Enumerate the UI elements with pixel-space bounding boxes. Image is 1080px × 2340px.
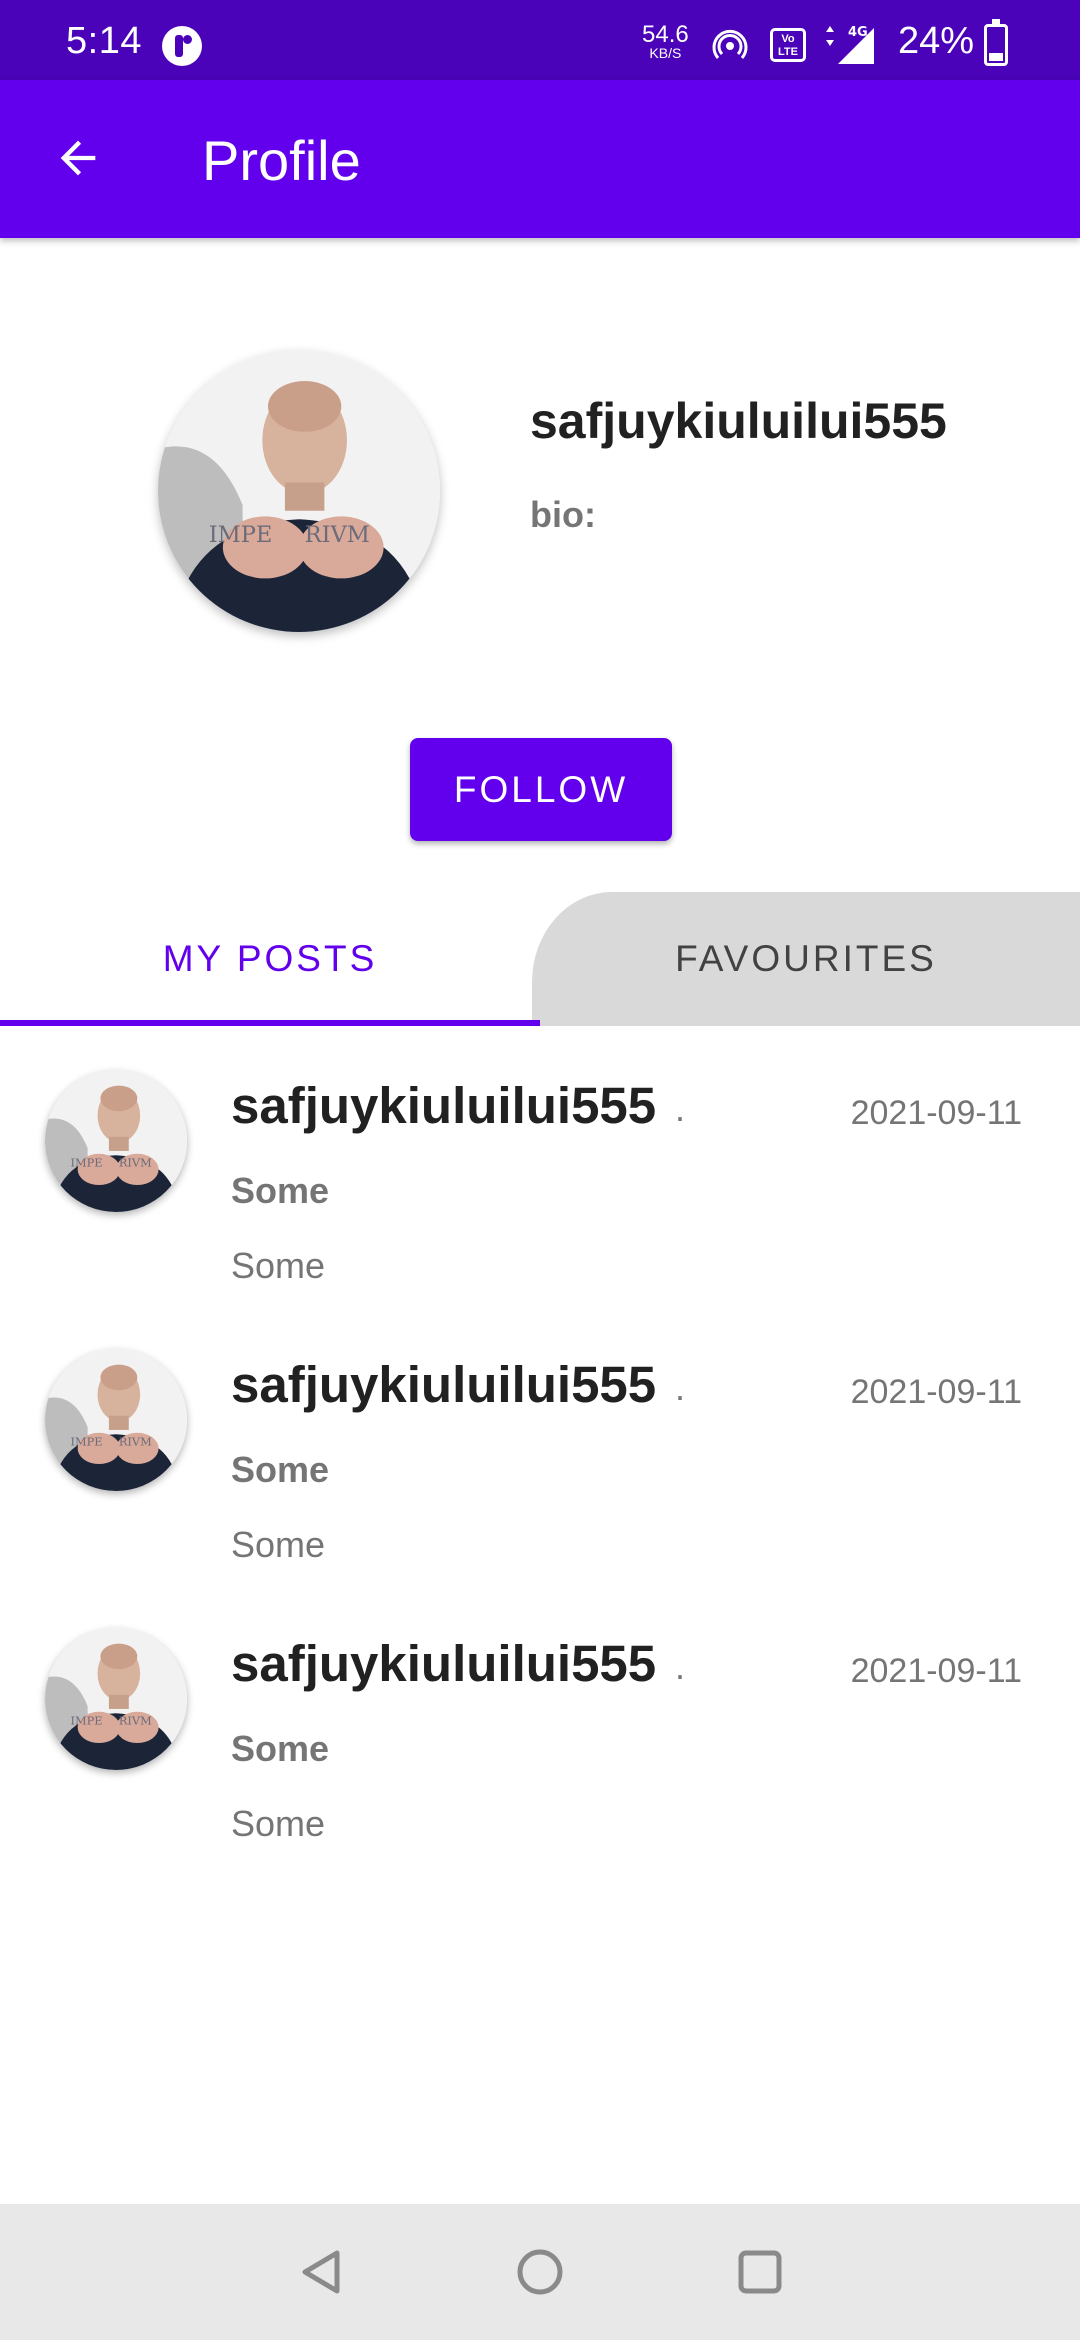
profile-tabs: FAVOURITES MY POSTS (0, 892, 1080, 1026)
post-date: 2021-09-11 (850, 1094, 1022, 1132)
battery-percent: 24% (898, 20, 975, 62)
post-avatar-photo (45, 1349, 187, 1491)
post-separator: . (675, 1367, 686, 1408)
volte-icon: Vo LTE (770, 28, 806, 62)
triangle-back-icon (302, 2250, 340, 2294)
circle-home-icon (517, 2249, 563, 2295)
hotspot-icon (712, 29, 748, 59)
post-username: safjuykiuluilui555 (231, 1077, 657, 1134)
post-separator: . (675, 1088, 686, 1129)
post-date: 2021-09-11 (850, 1373, 1022, 1411)
network-type: 4G (848, 25, 868, 40)
page-title: Profile (202, 129, 361, 192)
network-speed-unit: KB/S (649, 45, 682, 61)
post-username: safjuykiuluilui555 (231, 1635, 657, 1692)
status-bar: 5:14 54.6 KB/S Vo LTE 4G 24% (0, 0, 1080, 80)
post-body: Some (231, 1245, 326, 1286)
post-avatar[interactable] (45, 1628, 187, 1770)
follow-button[interactable]: FOLLOW (410, 738, 672, 841)
post-title: Some (231, 1170, 330, 1211)
system-nav-bar (0, 2204, 1080, 2340)
network-speed-value: 54.6 (642, 21, 689, 48)
status-time: 5:14 (66, 20, 142, 62)
profile-photo (158, 350, 440, 632)
list-item[interactable]: safjuykiuluilui555 . 2021-09-11 Some Som… (0, 1584, 1080, 1863)
battery-icon (984, 19, 1008, 66)
back-button[interactable] (40, 120, 116, 196)
notification-app-icon (162, 26, 202, 66)
post-avatar-photo (45, 1070, 187, 1212)
square-recents-icon (738, 2250, 782, 2294)
arrow-left-icon (60, 140, 96, 176)
signal-icon: 4G (826, 25, 874, 64)
post-title: Some (231, 1728, 330, 1769)
nav-back-button[interactable] (284, 2234, 360, 2310)
nav-recents-button[interactable] (722, 2234, 798, 2310)
post-list: safjuykiuluilui555 . 2021-09-11 Some Som… (0, 1026, 1080, 1863)
profile-username: safjuykiuluilui555 (530, 393, 947, 449)
tab-favourites[interactable]: FAVOURITES (532, 892, 1080, 1026)
profile-avatar[interactable] (158, 350, 440, 632)
app-bar: Profile (0, 80, 1080, 238)
post-separator: . (675, 1646, 686, 1687)
post-body: Some (231, 1803, 326, 1844)
post-username: safjuykiuluilui555 (231, 1356, 657, 1413)
post-date: 2021-09-11 (850, 1652, 1022, 1690)
list-item[interactable]: safjuykiuluilui555 . 2021-09-11 Some Som… (0, 1305, 1080, 1584)
post-title: Some (231, 1449, 330, 1490)
post-avatar-photo (45, 1628, 187, 1770)
post-avatar[interactable] (45, 1070, 187, 1212)
tab-my-posts[interactable]: MY POSTS (0, 892, 540, 1026)
nav-home-button[interactable] (502, 2234, 578, 2310)
post-body: Some (231, 1524, 326, 1565)
list-item[interactable]: safjuykiuluilui555 . 2021-09-11 Some Som… (0, 1026, 1080, 1305)
post-avatar[interactable] (45, 1349, 187, 1491)
profile-bio: bio: (530, 494, 596, 535)
network-speed: 54.6 KB/S (642, 21, 689, 61)
